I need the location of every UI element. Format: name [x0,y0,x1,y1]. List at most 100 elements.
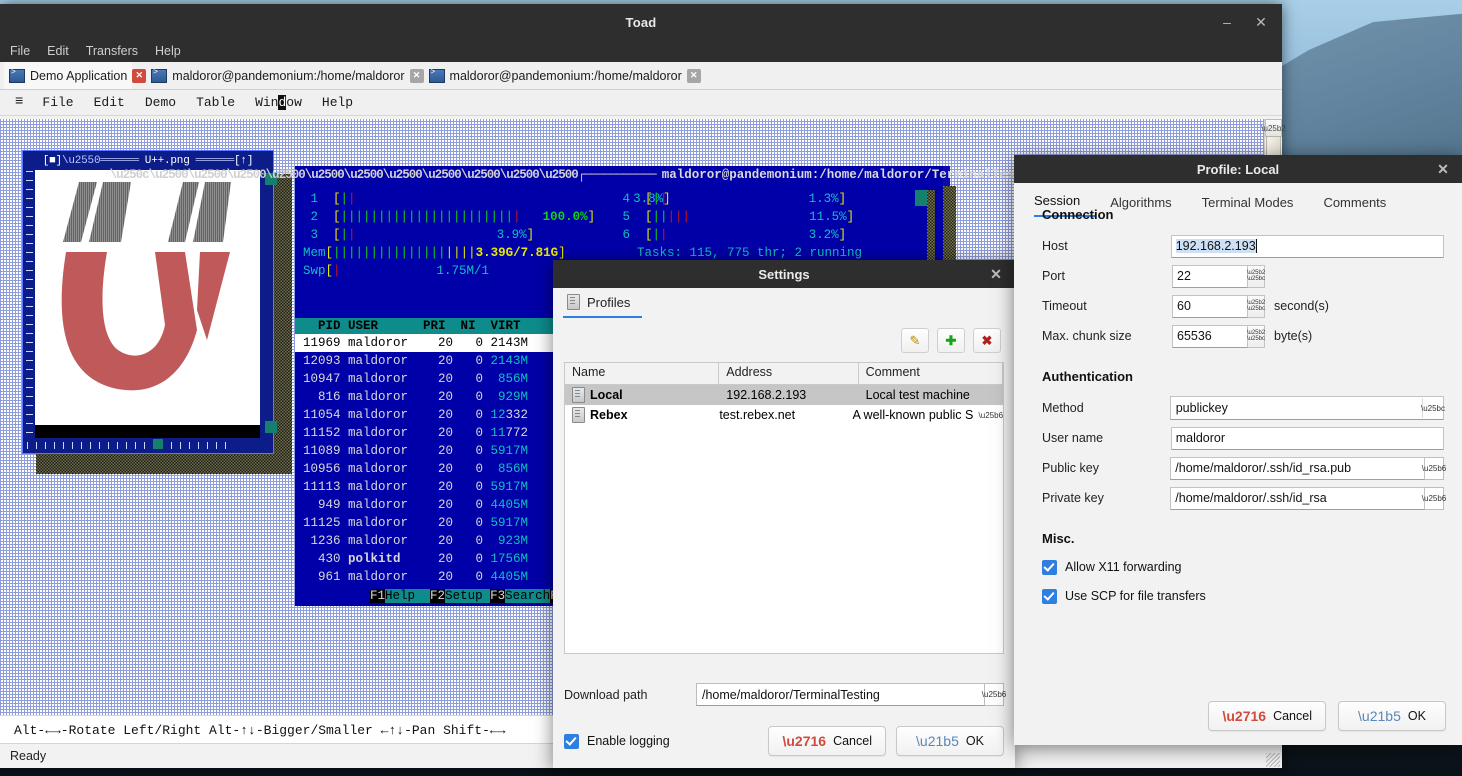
username-row: User name maldoror [1032,423,1444,453]
delete-profile-button[interactable]: ✖ [973,328,1001,353]
stepper-down-icon: \u25bc [1247,306,1265,312]
overflow-arrow-icon: \u25b6 [979,411,1003,420]
method-label: Method [1032,401,1170,415]
fkey-f3-label[interactable]: Search [505,589,550,603]
menu-transfers[interactable]: Transfers [86,44,138,58]
maximize-glyph[interactable]: [↑] [234,155,253,167]
download-path-label: Download path [564,688,696,702]
settings-ok-button[interactable]: \u21b5 OK [896,726,1004,756]
resize-corner-bl[interactable] [153,439,163,449]
resize-corner-br[interactable] [265,421,277,433]
settings-title: Settings [758,267,809,282]
add-profile-button[interactable]: ✚ [937,328,965,353]
download-path-input[interactable]: /home/maldoror/TerminalTesting [696,683,985,706]
hamburger-icon[interactable]: ≡ [6,90,32,115]
cpu-row-2: 2 [||||||||||||||||||||||||100.0%] 5 [||… [303,208,939,226]
close-icon[interactable]: ✕ [1432,155,1454,183]
publickey-input[interactable]: /home/maldoror/.ssh/id_rsa.pub [1170,457,1425,480]
restore-glyph[interactable]: [■] [43,155,62,167]
host-input[interactable]: 192.168.2.193 [1171,235,1444,258]
app-menu-help[interactable]: Help [312,90,363,115]
method-select[interactable]: publickey \u25bc [1170,396,1444,420]
timeout-input[interactable]: 60 [1172,295,1248,318]
menu-help[interactable]: Help [155,44,181,58]
tab-label: maldoror@pandemonium:/home/maldoror [450,69,682,83]
username-label: User name [1032,431,1171,445]
menu-edit[interactable]: Edit [47,44,69,58]
tab-close-icon[interactable]: ✕ [410,69,424,83]
scp-transfers-checkbox[interactable]: Use SCP for file transfers [1042,584,1444,608]
table-row[interactable]: Rebex test.rebex.net A well-known public… [565,405,1003,425]
fkey-f2-label[interactable]: Setup [445,589,490,603]
tab-profiles[interactable]: Profiles [563,294,642,318]
publickey-browse-icon[interactable]: \u25b6 [1425,457,1444,480]
fkey-f1-label[interactable]: Help [385,589,430,603]
username-input[interactable]: maldoror [1171,427,1444,450]
x11-forwarding-checkbox[interactable]: Allow X11 forwarding [1042,555,1444,579]
enter-icon: \u21b5 [1358,708,1401,724]
profiles-toolbar: ✎ ✚ ✖ [901,328,1001,353]
timeout-stepper[interactable]: \u25b2\u25bc [1248,295,1265,318]
port-input[interactable]: 22 [1172,265,1248,288]
tab-close-icon[interactable]: ✕ [687,69,701,83]
vertical-scrollbar-rail[interactable] [26,171,33,435]
table-row[interactable]: Local 192.168.2.193 Local test machine [565,385,1003,405]
settings-cancel-button[interactable]: \u2716 Cancel [768,726,886,756]
fkey-f3[interactable]: F3 [490,589,505,603]
swp-label: Swp [303,264,326,278]
app-menu-edit[interactable]: Edit [84,90,135,115]
profile-cancel-button[interactable]: \u2716 Cancel [1208,701,1326,731]
chunk-size-stepper[interactable]: \u25b2\u25bc [1248,325,1265,348]
enable-logging-label: Enable logging [587,734,670,748]
profile-title: Profile: Local [1197,162,1279,177]
cpu-6-pct: 3.2% [809,228,839,242]
cancel-icon: \u2716 [1222,708,1266,724]
privatekey-row: Private key /home/maldoror/.ssh/id_rsa \… [1032,483,1444,513]
resize-grip[interactable] [1266,753,1280,767]
privatekey-browse-icon[interactable]: \u25b6 [1425,487,1444,510]
port-stepper[interactable]: \u25b2\u25bc [1248,265,1265,288]
cell-address: 192.168.2.193 [719,388,858,402]
tab-demo-application[interactable]: Demo Application [4,62,132,89]
app-menu-demo[interactable]: Demo [135,90,186,115]
scroll-up-icon[interactable]: \u25b2 [1265,119,1282,137]
app-menu-table[interactable]: Table [186,90,245,115]
fkey-f1[interactable]: F1 [370,589,385,603]
settings-dialog: Settings ✕ Profiles ✎ ✚ ✖ Name Address C… [553,260,1015,768]
column-comment[interactable]: Comment [859,363,1003,384]
menu-file[interactable]: File [10,44,30,58]
cell-comment: Local test machine [859,388,1003,402]
app-menu-file[interactable]: File [32,90,83,115]
image-child-window[interactable]: [■] \u2550 ══════ U++.png ══════ [↑] [22,150,290,470]
app-menu-window[interactable]: Window [245,90,312,115]
terminal-resize-marker[interactable] [915,190,927,206]
cancel-label: Cancel [1273,709,1312,723]
horizontal-scrollbar-rail[interactable] [27,442,227,449]
column-name[interactable]: Name [565,363,719,384]
column-address[interactable]: Address [719,363,858,384]
cancel-label: Cancel [833,734,872,748]
minimize-button[interactable]: – [1210,7,1244,37]
tab-close-icon[interactable]: ✕ [132,69,146,83]
privatekey-input[interactable]: /home/maldoror/.ssh/id_rsa [1170,487,1425,510]
cpu-3-pct: 3.9% [497,228,527,242]
host-value: 192.168.2.193 [1176,239,1256,253]
tab-terminal-2[interactable]: maldoror@pandemonium:/home/maldoror [424,62,687,89]
terminal-title: maldoror@pandemonium:/home/maldoror/Term… [662,166,1045,184]
close-icon[interactable]: ✕ [985,260,1007,288]
chunk-size-input[interactable]: 65536 [1172,325,1248,348]
enable-logging-checkbox[interactable]: Enable logging [564,734,670,749]
cpu-4-pct: 1.3% [809,192,839,206]
profile-ok-button[interactable]: \u21b5 OK [1338,701,1446,731]
terminal-icon [429,69,445,83]
profile-footer: \u2716 Cancel \u21b5 OK [1208,701,1446,731]
tab-terminal-1[interactable]: maldoror@pandemonium:/home/maldoror [146,62,409,89]
scp-transfers-label: Use SCP for file transfers [1065,589,1206,603]
profiles-grid[interactable]: Name Address Comment Local 192.168.2.193… [564,362,1004,654]
tab-label: maldoror@pandemonium:/home/maldoror [172,69,404,83]
fkey-f2[interactable]: F2 [430,589,445,603]
download-path-browse-icon[interactable]: \u25b6 [985,683,1004,706]
close-button[interactable]: ✕ [1244,7,1278,37]
text-caret [1256,239,1257,253]
edit-profile-button[interactable]: ✎ [901,328,929,353]
